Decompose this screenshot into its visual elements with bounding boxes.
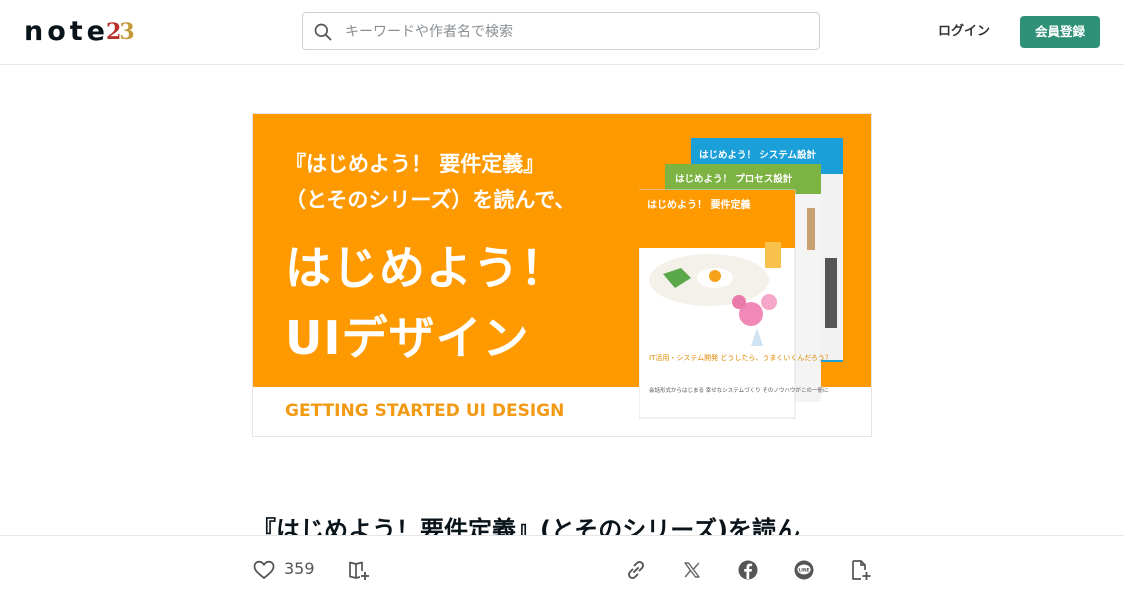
svg-text:LINE: LINE [798,567,809,573]
header: note 23 ログイン 会員登録 [0,0,1124,65]
link-icon[interactable] [624,558,648,582]
eyecatch-line-2: （とそのシリーズ）を読んで、 [285,188,576,212]
search-icon [314,23,332,41]
logo-text: note [24,16,109,47]
facebook-icon[interactable] [736,558,760,582]
book-requirements-tagline: IT活用・システム開発 どうしたら、うまくいくんだろう？ [649,353,832,362]
note-logo[interactable]: note 23 [24,16,135,47]
eyecatch-line-1: 『はじめよう！ 要件定義』 [285,152,545,176]
eyecatch-headline-2: UIデザイン [285,311,530,365]
anniversary-badge: 23 [106,17,135,47]
eyecatch-subtitle: GETTING STARTED UI DESIGN [285,401,565,421]
like-count[interactable]: 359 [284,559,315,579]
search-input[interactable] [343,13,807,51]
eyecatch-headline-1: はじめよう！ [285,241,567,295]
search-box[interactable] [302,12,820,51]
login-button[interactable]: ログイン [928,20,1000,44]
line-icon[interactable]: LINE [792,558,816,582]
book-covers-illustration: はじめよう！ システム設計 はじめよう！ プロセス設計 はじめよう！ 要件定義 [639,138,843,419]
action-bar: 359 LINE [0,535,1124,601]
clip-icon[interactable] [848,558,872,582]
badge-digit-3: 3 [119,19,134,45]
article-title-text: 『はじめよう！要件定義』(とそのシリーズ)を読ん [252,516,801,536]
book-requirements-note: 会話形式からはじまる 幸せなシステムづくり そのノウハウがこの一冊に [649,386,828,394]
book-requirements-title: はじめよう！ 要件定義 [647,198,750,211]
badge-digit-2: 2 [106,19,121,45]
eyecatch-image: 『はじめよう！ 要件定義』 （とそのシリーズ）を読んで、 はじめよう！ UIデザ… [252,113,872,437]
article-title: 『はじめよう！要件定義』(とそのシリーズ)を読ん [252,512,892,536]
book-system-design-title: はじめよう！ システム設計 [699,149,817,161]
x-icon[interactable] [680,558,704,582]
heart-icon[interactable] [252,558,276,582]
signup-button[interactable]: 会員登録 [1020,16,1100,48]
book-process-design-title: はじめよう！ プロセス設計 [675,173,793,185]
magazine-add-icon[interactable] [347,558,371,582]
